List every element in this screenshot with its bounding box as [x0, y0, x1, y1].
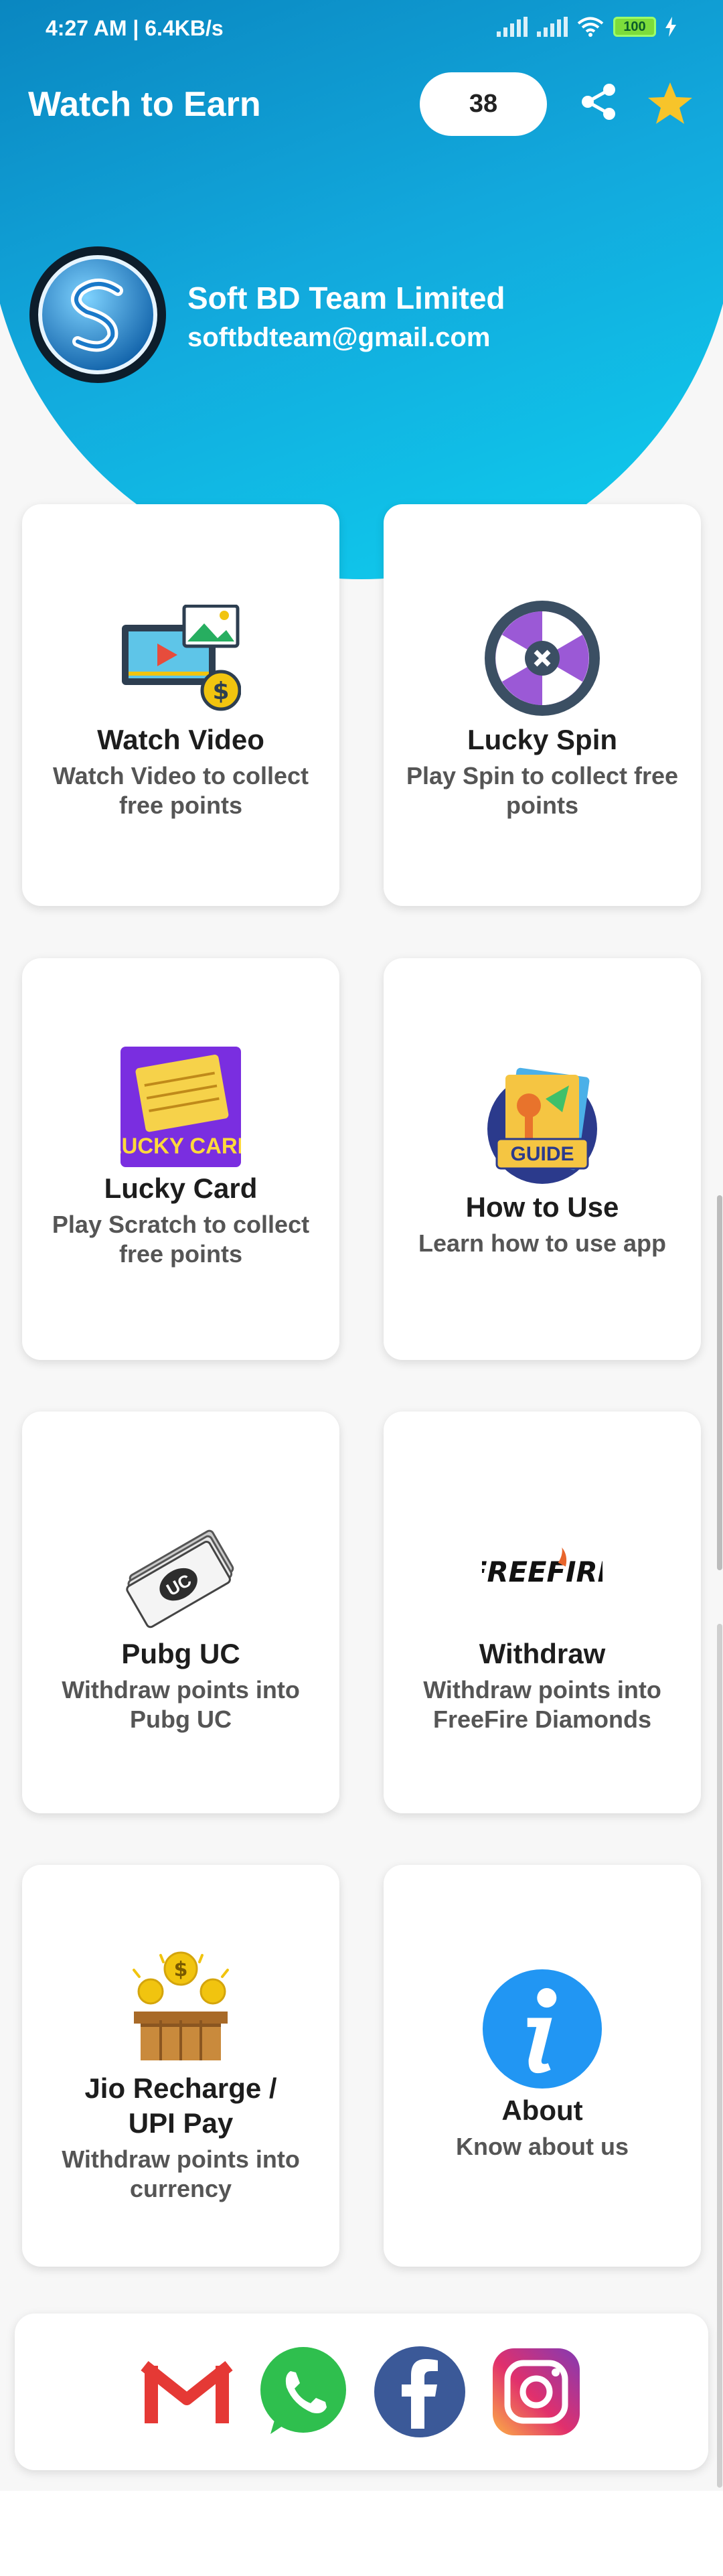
card-lucky-spin[interactable]: Lucky Spin Play Spin to collect free poi…: [384, 504, 701, 906]
spin-wheel-icon: [482, 598, 602, 718]
card-about[interactable]: About Know about us: [384, 1865, 701, 2267]
card-withdraw[interactable]: FREEFIRE Withdraw Withdraw points into F…: [384, 1412, 701, 1813]
signal-icon: [497, 17, 528, 37]
guide-label: GUIDE: [510, 1143, 574, 1165]
card-jio-recharge[interactable]: $ Jio Recharge / UPI Pay Withdraw points…: [22, 1865, 339, 2267]
social-bar: [15, 2314, 708, 2470]
card-subtitle: Withdraw points into FreeFire Diamonds: [423, 1676, 661, 1733]
card-subtitle: Learn how to use app: [418, 1229, 667, 1257]
card-pubg-uc[interactable]: UC Pubg UC Withdraw points into Pubg UC: [22, 1412, 339, 1813]
card-title: Lucky Spin: [467, 724, 618, 755]
instagram-icon[interactable]: [490, 2346, 582, 2438]
card-title: Pubg UC: [121, 1638, 240, 1669]
card-subtitle: Withdraw points into currency: [62, 2145, 300, 2202]
bottom-area: [0, 2491, 723, 2576]
status-icons: 100: [497, 16, 676, 37]
svg-text:$: $: [212, 678, 229, 705]
status-bar: 4:27 AM | 6.4KB/s 100: [0, 0, 723, 55]
profile-name: Soft BD Team Limited: [187, 281, 505, 315]
card-how-to-use[interactable]: GUIDE How to Use Learn how to use app: [384, 958, 701, 1360]
card-title: Watch Video: [97, 724, 264, 755]
charging-icon: [665, 17, 676, 37]
card-title: About: [501, 2095, 583, 2126]
card-lucky-card[interactable]: LUCKY CARD Lucky Card Play Scratch to co…: [22, 958, 339, 1360]
freefire-logo-text: FREEFIRE: [482, 1556, 602, 1588]
card-title: Withdraw: [479, 1638, 606, 1669]
info-icon: [482, 1969, 602, 2089]
points-badge[interactable]: 38: [420, 72, 547, 136]
card-title: Jio Recharge / UPI Pay: [84, 2072, 277, 2139]
treasure-coins-icon: $: [120, 1947, 241, 2067]
whatsapp-icon[interactable]: [257, 2346, 349, 2438]
card-subtitle: Watch Video to collect free points: [52, 762, 309, 819]
card-subtitle: Play Spin to collect free points: [406, 762, 679, 819]
svg-text:$: $: [174, 1958, 188, 1981]
card-title: How to Use: [465, 1191, 619, 1223]
battery-icon: 100: [613, 17, 656, 37]
status-time: 4:27 AM | 6.4KB/s: [46, 16, 224, 40]
video-coin-icon: $: [120, 598, 241, 718]
wifi-icon: [577, 17, 604, 37]
card-subtitle: Play Scratch to collect free points: [52, 1211, 310, 1268]
uc-money-icon: UC: [120, 1512, 241, 1633]
card-subtitle: Withdraw points into Pubg UC: [62, 1676, 300, 1733]
star-icon[interactable]: [647, 80, 694, 127]
freefire-logo-icon: FREEFIRE: [482, 1512, 602, 1633]
signal-icon-2: [537, 17, 568, 37]
app-logo-icon: [38, 255, 157, 374]
guide-icon: GUIDE: [482, 1065, 602, 1186]
scrollbar[interactable]: [717, 1195, 722, 1570]
avatar: [29, 246, 166, 383]
page-title: Watch to Earn: [28, 85, 261, 124]
card-watch-video[interactable]: $ Watch Video Watch Video to collect fre…: [22, 504, 339, 906]
facebook-icon[interactable]: [374, 2346, 466, 2438]
lucky-card-icon: LUCKY CARD: [120, 1047, 241, 1167]
card-subtitle: Know about us: [456, 2133, 629, 2160]
profile-email: softbdteam@gmail.com: [187, 323, 491, 352]
card-title: Lucky Card: [104, 1172, 258, 1204]
scrollbar-track: [717, 1624, 722, 2488]
gmail-icon[interactable]: [141, 2346, 233, 2438]
lucky-card-label: LUCKY CARD: [120, 1134, 241, 1158]
share-icon[interactable]: [577, 80, 620, 123]
